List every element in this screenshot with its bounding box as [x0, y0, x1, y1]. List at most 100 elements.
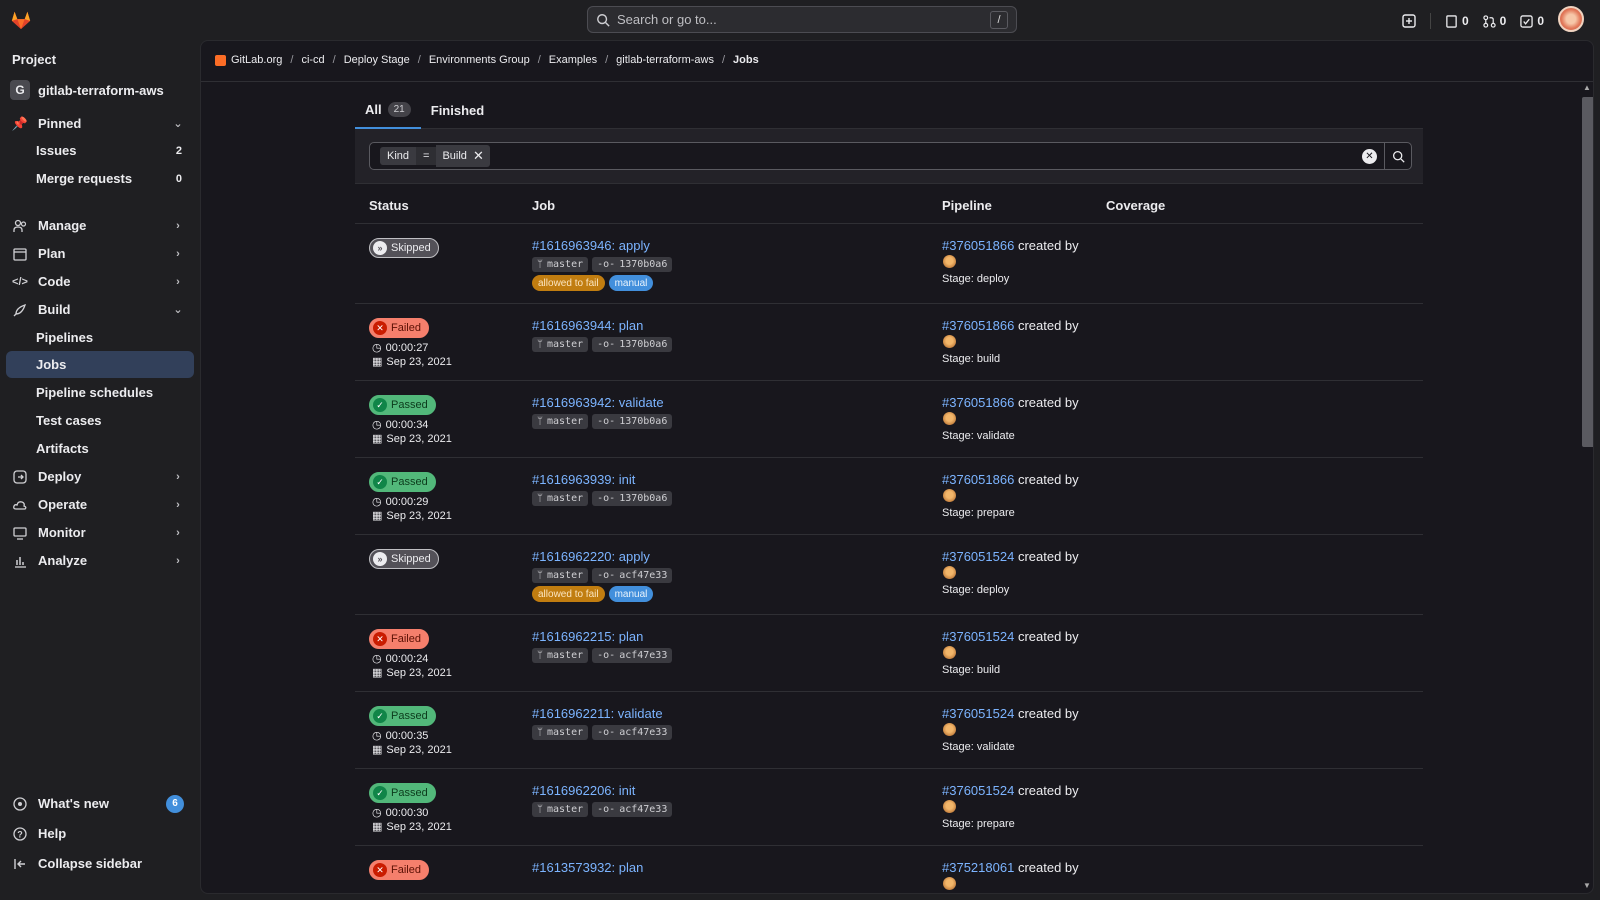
branch-ref[interactable]: ᛘ master — [532, 414, 589, 429]
job-link[interactable]: #1616962206: init — [532, 783, 635, 798]
status-badge[interactable]: ✓ Passed — [369, 472, 436, 492]
sidebar-item-pipelines[interactable]: Pipelines — [6, 324, 194, 351]
scrollbar[interactable]: ▲ ▼ — [1579, 81, 1593, 893]
job-link[interactable]: #1616963942: validate — [532, 395, 664, 410]
creator-avatar[interactable] — [943, 800, 956, 813]
pipeline-link[interactable]: #376051524 — [942, 549, 1014, 564]
job-link[interactable]: #1616962220: apply — [532, 549, 650, 564]
commit-ref[interactable]: -o- 1370b0a6 — [592, 414, 673, 429]
sidebar-item-build[interactable]: Build ⌄ — [6, 296, 194, 323]
job-link[interactable]: #1613573932: plan — [532, 860, 643, 875]
pipeline-link[interactable]: #376051866 — [942, 238, 1014, 253]
status-badge[interactable]: » Skipped — [369, 238, 439, 258]
job-link[interactable]: #1616962215: plan — [532, 629, 643, 644]
breadcrumb-item[interactable]: Deploy Stage — [344, 54, 410, 66]
clear-filter-icon[interactable]: ✕ — [1362, 149, 1377, 164]
filtered-search-input[interactable]: Kind = Build ✕ ✕ — [369, 142, 1412, 170]
filter-token[interactable]: Kind = Build ✕ — [380, 145, 490, 167]
search-input[interactable]: Search or go to... / — [587, 6, 1017, 33]
job-finished-date: ▦ Sep 23, 2021 — [372, 743, 452, 757]
job-link[interactable]: #1616963946: apply — [532, 238, 650, 253]
pipeline-link[interactable]: #376051866 — [942, 472, 1014, 487]
job-link[interactable]: #1616962211: validate — [532, 706, 663, 721]
issues-counter[interactable]: 0 — [1445, 14, 1469, 28]
breadcrumb-current[interactable]: Jobs — [733, 54, 759, 66]
tab-all[interactable]: All 21 — [355, 91, 421, 129]
commit-ref[interactable]: -o- 1370b0a6 — [592, 337, 673, 352]
sidebar-item-issues[interactable]: Issues 2 — [6, 137, 194, 164]
merge-requests-counter[interactable]: 0 — [1482, 14, 1506, 28]
scroll-up-arrow-icon[interactable]: ▲ — [1582, 83, 1592, 92]
help-button[interactable]: ? Help — [6, 820, 194, 847]
sidebar-item-analyze[interactable]: Analyze › — [6, 547, 194, 574]
collapse-sidebar-button[interactable]: Collapse sidebar — [6, 850, 194, 877]
breadcrumb-item[interactable]: ci-cd — [301, 54, 324, 66]
gitlab-logo-icon[interactable] — [10, 9, 32, 31]
breadcrumb-item[interactable]: GitLab.org — [215, 54, 282, 66]
creator-avatar[interactable] — [943, 877, 956, 890]
todos-counter[interactable]: 0 — [1520, 14, 1544, 28]
sidebar-item-jobs[interactable]: Jobs — [6, 351, 194, 378]
status-badge[interactable]: ✓ Passed — [369, 783, 436, 803]
sidebar-item-pipeline-schedules[interactable]: Pipeline schedules — [6, 379, 194, 406]
sidebar-item-pinned[interactable]: 📌 Pinned ⌄ — [6, 110, 194, 137]
branch-ref[interactable]: ᛘ master — [532, 648, 589, 663]
close-icon[interactable]: ✕ — [473, 148, 484, 164]
branch-ref[interactable]: ᛘ master — [532, 491, 589, 506]
project-switcher[interactable]: G gitlab-terraform-aws — [10, 80, 164, 100]
commit-ref[interactable]: -o-acf47e33 — [592, 568, 673, 583]
pipeline-link[interactable]: #376051866 — [942, 395, 1014, 410]
sidebar-item-monitor[interactable]: Monitor › — [6, 519, 194, 546]
help-label: Help — [38, 826, 67, 841]
scrollbar-thumb[interactable] — [1582, 97, 1593, 447]
status-badge[interactable]: ✕ Failed — [369, 629, 429, 649]
pipeline-link[interactable]: #376051524 — [942, 783, 1014, 798]
breadcrumb-item[interactable]: gitlab-terraform-aws — [616, 54, 714, 66]
branch-ref[interactable]: ᛘ master — [532, 337, 589, 352]
creator-avatar[interactable] — [943, 566, 956, 579]
commit-ref[interactable]: -o- 1370b0a6 — [592, 491, 673, 506]
sidebar-item-manage[interactable]: Manage › — [6, 212, 194, 239]
sidebar-item-deploy[interactable]: Deploy › — [6, 463, 194, 490]
creator-avatar[interactable] — [943, 335, 956, 348]
user-avatar[interactable] — [1558, 6, 1584, 32]
sidebar-item-code[interactable]: </> Code › — [6, 268, 194, 295]
status-badge[interactable]: ✓ Passed — [369, 395, 436, 415]
creator-avatar[interactable] — [943, 723, 956, 736]
sidebar-item-test-cases[interactable]: Test cases — [6, 407, 194, 434]
job-link[interactable]: #1616963939: init — [532, 472, 635, 487]
pipeline-link[interactable]: #375218061 — [942, 860, 1014, 875]
commit-ref[interactable]: -o-acf47e33 — [592, 648, 673, 663]
breadcrumb-item[interactable]: Examples — [549, 54, 597, 66]
creator-avatar[interactable] — [943, 489, 956, 502]
commit-ref[interactable]: -o-acf47e33 — [592, 802, 673, 817]
status-badge[interactable]: ✕ Failed — [369, 860, 429, 880]
sidebar-item-plan[interactable]: Plan › — [6, 240, 194, 267]
branch-ref[interactable]: ᛘ master — [532, 568, 589, 583]
creator-avatar[interactable] — [943, 412, 956, 425]
job-link[interactable]: #1616963944: plan — [532, 318, 643, 333]
branch-ref[interactable]: ᛘ master — [532, 802, 589, 817]
pipeline-link[interactable]: #376051524 — [942, 706, 1014, 721]
branch-ref[interactable]: ᛘ master — [532, 725, 589, 740]
creator-avatar[interactable] — [943, 646, 956, 659]
pipeline-link[interactable]: #376051866 — [942, 318, 1014, 333]
commit-ref[interactable]: -o- 1370b0a6 — [592, 257, 673, 272]
status-badge[interactable]: ✓ Passed — [369, 706, 436, 726]
creator-avatar[interactable] — [943, 255, 956, 268]
sidebar-item-merge-requests[interactable]: Merge requests 0 — [6, 165, 194, 192]
scroll-down-arrow-icon[interactable]: ▼ — [1582, 881, 1592, 890]
status-badge[interactable]: ✕ Failed — [369, 318, 429, 338]
create-new-icon[interactable] — [1402, 14, 1416, 28]
branch-ref[interactable]: ᛘ master — [532, 257, 589, 272]
filter-search-button[interactable] — [1384, 143, 1411, 169]
whats-new-button[interactable]: What's new 6 — [6, 790, 194, 817]
jobs-table-header: Status Job Pipeline Coverage — [355, 184, 1423, 224]
breadcrumb-item[interactable]: Environments Group — [429, 54, 530, 66]
sidebar-item-artifacts[interactable]: Artifacts — [6, 435, 194, 462]
tab-finished[interactable]: Finished — [421, 91, 494, 129]
pipeline-link[interactable]: #376051524 — [942, 629, 1014, 644]
sidebar-item-operate[interactable]: Operate › — [6, 491, 194, 518]
commit-ref[interactable]: -o-acf47e33 — [592, 725, 673, 740]
status-badge[interactable]: » Skipped — [369, 549, 439, 569]
